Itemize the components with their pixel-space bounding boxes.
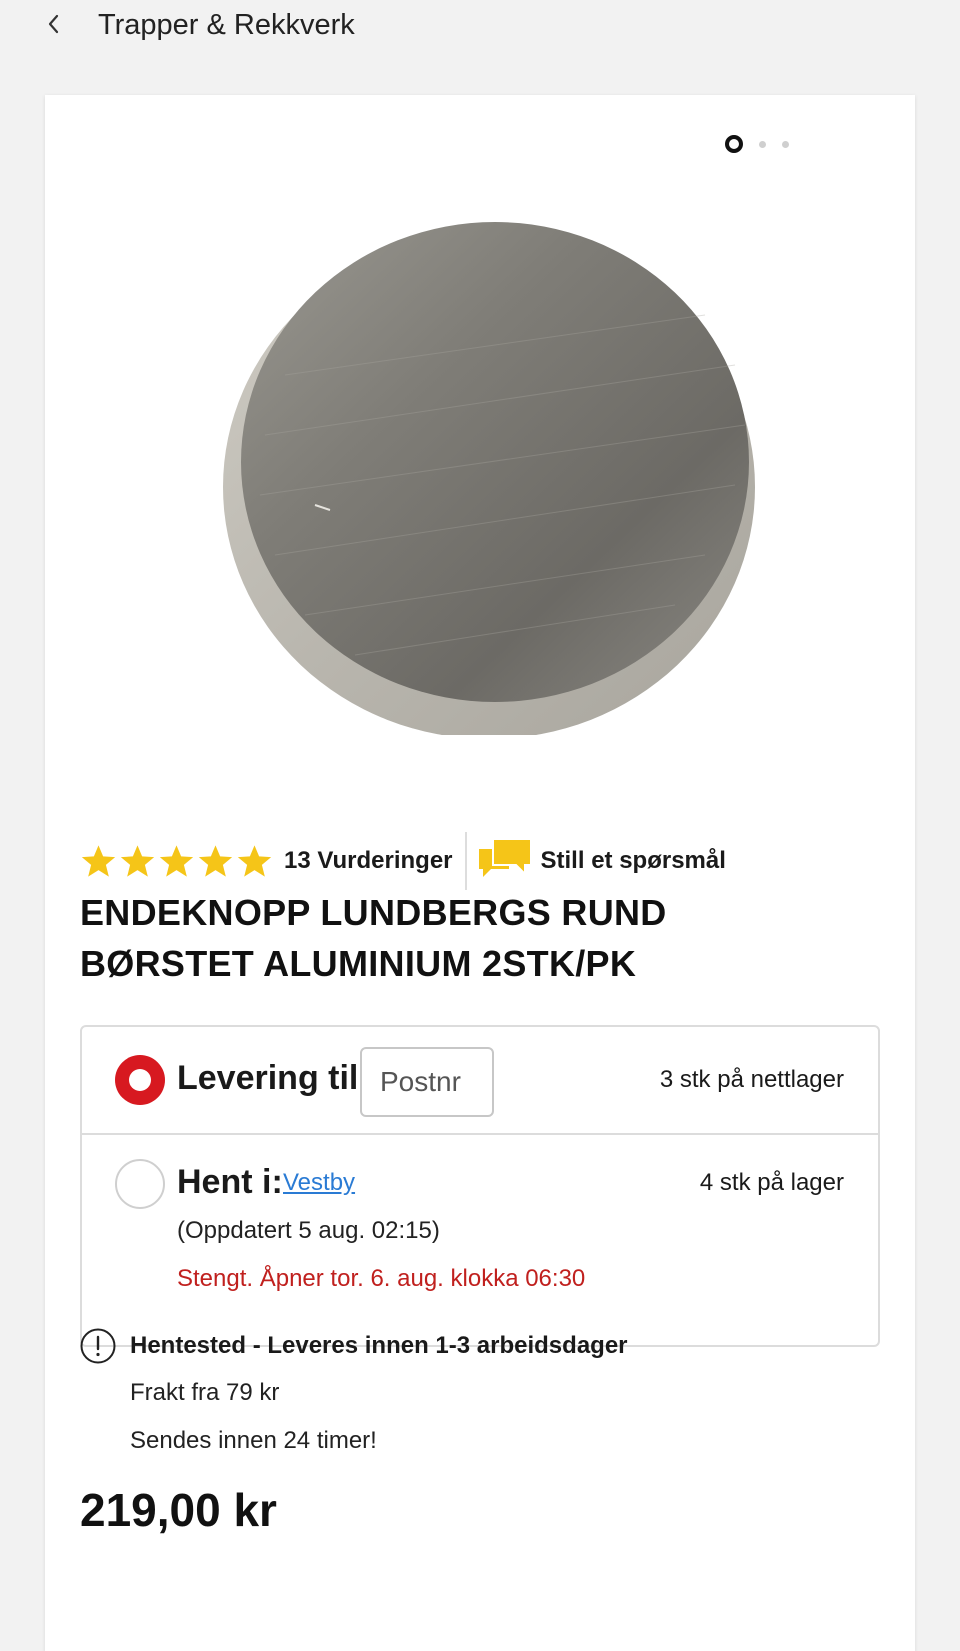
ask-question-label: Still et spørsmål [540,847,726,874]
postcode-input[interactable] [360,1047,494,1117]
pickup-label: Hent i: [177,1163,283,1201]
rating-stars[interactable] [80,843,273,880]
home-delivery-option[interactable]: Levering til: 3 stk på nettlager [82,1027,878,1135]
online-stock: 3 stk på nettlager [659,1066,844,1093]
store-closed-status: Stengt. Åpner tor. 6. aug. klokka 06:30 [177,1265,586,1292]
store-stock: 4 stk på lager [699,1169,844,1196]
rating-divider [464,832,467,890]
product-price: 219,00 kr [80,1484,277,1536]
carousel-dot-1[interactable] [725,135,743,153]
star-icon [198,844,233,877]
rating-count-link[interactable]: 13 Vurderinger [284,847,453,875]
star-icon [237,844,272,877]
exclamation-circle-icon [80,1328,116,1364]
delivery-options: Levering til: 3 stk på nettlager Hent i:… [80,1025,880,1347]
product-image[interactable] [205,175,765,735]
carousel-dot-2[interactable] [759,140,766,148]
star-icon [81,844,116,877]
breadcrumb[interactable]: Trapper & Rekkverk [98,6,355,44]
product-title: ENDEKNOPP LUNDBERGS RUND BØRSTET ALUMINI… [80,892,667,984]
home-delivery-label: Levering til: [177,1059,370,1097]
ask-question-button[interactable]: Still et spørsmål [475,835,726,887]
star-icon [120,844,155,877]
carousel-indicator [725,135,789,153]
shipping-heading: Hentested - Leveres innen 1-3 arbeidsdag… [130,1332,628,1359]
speech-bubbles-icon [478,838,532,877]
top-bar: Trapper & Rekkverk [0,0,960,52]
product-card: 13 Vurderinger Still et spørsmål ENDEKNO… [45,95,915,1651]
home-delivery-radio[interactable] [115,1055,165,1105]
rating-row: 13 Vurderinger Still et spørsmål [80,830,726,892]
freight-text: Frakt fra 79 kr [130,1379,280,1406]
pickup-store-link[interactable]: Vestby [283,1169,355,1197]
back-button[interactable] [40,8,68,40]
carousel-dot-3[interactable] [782,140,789,148]
pickup-radio[interactable] [115,1159,165,1209]
stock-updated-text: (Oppdatert 5 aug. 02:15) [177,1217,440,1244]
dispatch-text: Sendes innen 24 timer! [130,1427,377,1454]
chevron-left-icon [48,14,59,34]
star-icon [159,844,194,877]
